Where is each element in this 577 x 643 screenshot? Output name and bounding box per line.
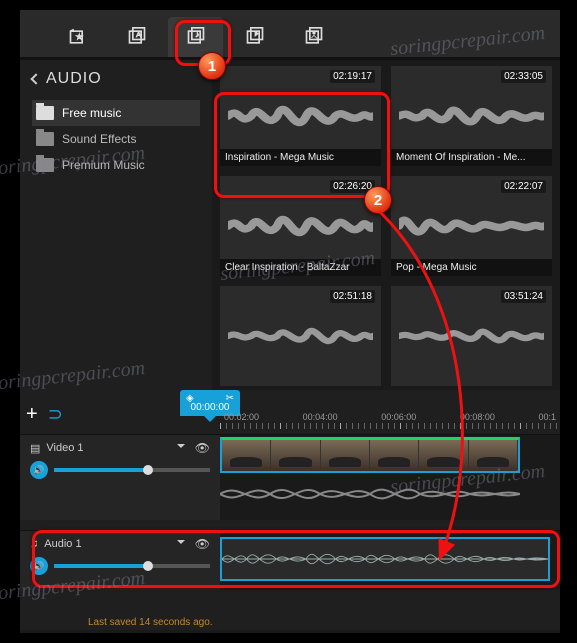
video-clip[interactable]	[220, 437, 520, 473]
volume-slider-audio[interactable]	[54, 564, 210, 568]
top-tabs: ★ A ♪	[20, 10, 560, 60]
add-track-button[interactable]: +	[26, 403, 38, 426]
folder-icon	[36, 132, 54, 146]
sidebar-item-label: Free music	[62, 106, 121, 120]
audio-clip[interactable]: 03:51:24	[391, 286, 552, 386]
library-row: AUDIO Free music Sound Effects Premium M…	[20, 60, 560, 390]
audio-sidebar: AUDIO Free music Sound Effects Premium M…	[20, 60, 212, 390]
tab-text[interactable]: A	[109, 17, 164, 57]
tab-image[interactable]	[286, 17, 341, 57]
clip-title: Inspiration - Mega Music	[220, 149, 381, 166]
track-body-video[interactable]	[220, 434, 560, 520]
sidebar-item-label: Premium Music	[62, 158, 145, 172]
sidebar-title: AUDIO	[46, 70, 102, 88]
music-note-icon: ♫	[30, 538, 38, 550]
clip-title: Clear Inspiration - BaltaZzar	[220, 259, 381, 276]
clip-title: Moment Of Inspiration - Me...	[391, 149, 552, 166]
chevron-left-icon	[30, 73, 41, 84]
svg-text:A: A	[136, 30, 141, 39]
scissors-icon: ✂	[226, 393, 234, 404]
audio-clip[interactable]: 02:33:05 Moment Of Inspiration - Me...	[391, 66, 552, 166]
folder-icon	[36, 158, 54, 172]
waveform-icon	[228, 311, 373, 361]
waveform-icon	[228, 201, 373, 251]
audio-clip[interactable]: 02:26:20 Clear Inspiration - BaltaZzar	[220, 176, 381, 276]
track-body-audio[interactable]	[220, 530, 560, 590]
speaker-icon[interactable]: 🔊	[30, 557, 48, 575]
clip-duration: 02:19:17	[330, 70, 375, 83]
track-head-video: ▤ Video 1 👁 🔊	[20, 434, 220, 520]
svg-text:♪: ♪	[195, 29, 199, 39]
track-menu-caret[interactable]	[177, 444, 185, 452]
clip-waveform	[220, 477, 520, 511]
svg-text:★: ★	[75, 32, 82, 42]
volume-slider-video[interactable]	[54, 468, 210, 472]
audio-clip[interactable]: 02:19:17 Inspiration - Mega Music	[220, 66, 381, 166]
track-menu-caret[interactable]	[177, 540, 185, 548]
clip-duration: 02:26:20	[330, 180, 375, 193]
sidebar-item-free-music[interactable]: Free music	[32, 100, 200, 126]
clip-duration: 02:33:05	[501, 70, 546, 83]
tab-video[interactable]	[227, 17, 282, 57]
app-frame: ★ A ♪ AUDIO Free music Sound	[20, 10, 560, 633]
tab-pages[interactable]: ★	[50, 17, 105, 57]
waveform-icon	[228, 91, 373, 141]
last-saved-text: Last saved 14 seconds ago.	[88, 617, 213, 628]
snap-toggle[interactable]: ⊃	[48, 404, 63, 425]
video-thumb	[469, 440, 517, 471]
folder-icon	[36, 106, 54, 120]
film-icon: ▤	[30, 442, 40, 455]
tab-audio[interactable]: ♪	[168, 17, 223, 57]
audio-clip[interactable]: 02:51:18	[220, 286, 381, 386]
clip-duration: 02:22:07	[501, 180, 546, 193]
audio-clip[interactable]: 02:22:07 Pop - Mega Music	[391, 176, 552, 276]
video-thumb	[271, 440, 319, 471]
clip-duration: 02:51:18	[330, 290, 375, 303]
track-label: Video 1	[46, 442, 83, 454]
sidebar-item-label: Sound Effects	[62, 132, 137, 146]
waveform-icon	[399, 91, 544, 141]
ruler-ticks	[220, 423, 560, 429]
timeline-panel: + ⊃ ◈✂ 00:00:00 00:02:00 00:04:00 00:06:…	[20, 390, 560, 630]
waveform-icon	[399, 201, 544, 251]
track-head-audio: ♫ Audio 1 👁 🔊	[20, 530, 220, 590]
clip-waveform	[222, 539, 548, 579]
sidebar-item-premium-music[interactable]: Premium Music	[32, 152, 200, 178]
eye-icon[interactable]: 👁	[195, 537, 210, 551]
sidebar-item-sound-effects[interactable]: Sound Effects	[32, 126, 200, 152]
video-thumb	[222, 440, 270, 471]
track-label: Audio 1	[44, 538, 81, 550]
clip-title: Pop - Mega Music	[391, 259, 552, 276]
shield-icon: ◈	[186, 393, 194, 404]
sidebar-back[interactable]: AUDIO	[32, 70, 200, 88]
eye-icon[interactable]: 👁	[195, 441, 210, 455]
video-thumb	[321, 440, 369, 471]
speaker-icon[interactable]: 🔊	[30, 461, 48, 479]
waveform-icon	[399, 311, 544, 361]
video-thumb	[370, 440, 418, 471]
video-thumb	[419, 440, 467, 471]
clip-duration: 03:51:24	[501, 290, 546, 303]
audio-clip-grid: 02:19:17 Inspiration - Mega Music 02:33:…	[212, 60, 560, 390]
